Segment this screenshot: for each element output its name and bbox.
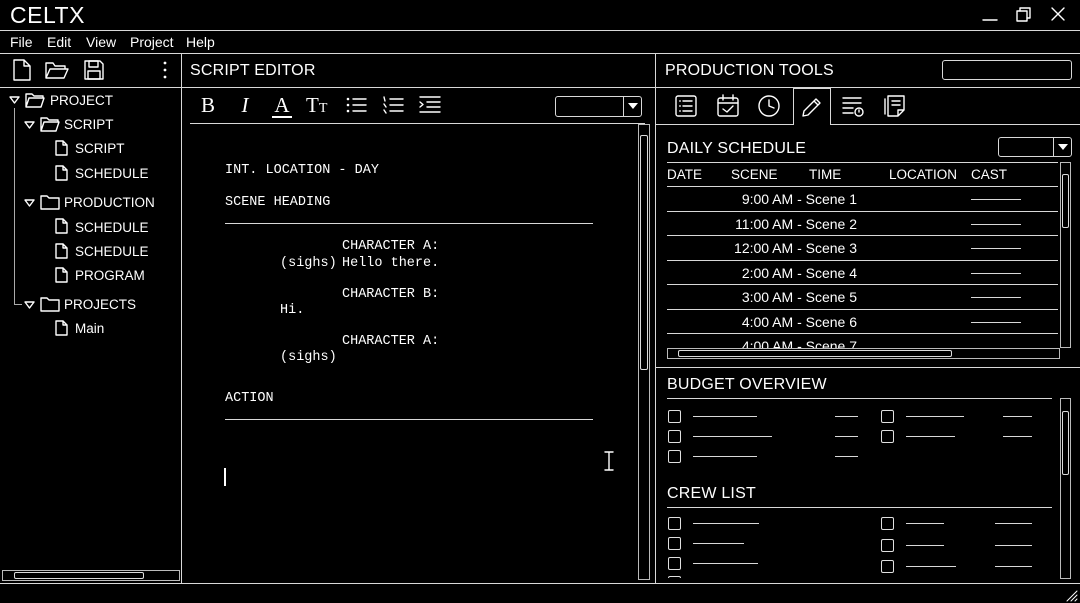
- crew-name-placeholder: [906, 566, 956, 567]
- crew-role-placeholder: [995, 545, 1032, 546]
- crew-role-placeholder: [995, 566, 1032, 567]
- crew-checkbox[interactable]: [881, 539, 894, 552]
- tools-vscrollbar[interactable]: [1060, 398, 1071, 579]
- crew-checkbox[interactable]: [668, 576, 681, 578]
- crew-checkbox[interactable]: [881, 517, 894, 530]
- statusbar-divider: [0, 583, 1080, 584]
- crew-name-placeholder: [906, 545, 944, 546]
- crew-name-placeholder: [693, 523, 759, 524]
- crew-name-placeholder: [693, 543, 744, 544]
- crew-role-placeholder: [995, 523, 1032, 524]
- crew-rows-viewport: [0, 0, 1080, 578]
- scrollbar-thumb[interactable]: [1062, 411, 1069, 475]
- resize-grip-icon[interactable]: [1064, 589, 1078, 602]
- crew-checkbox[interactable]: [668, 537, 681, 550]
- crew-checkbox[interactable]: [668, 517, 681, 530]
- crew-checkbox[interactable]: [668, 557, 681, 570]
- crew-checkbox[interactable]: [881, 560, 894, 573]
- crew-name-placeholder: [693, 563, 758, 564]
- crew-name-placeholder: [906, 523, 944, 524]
